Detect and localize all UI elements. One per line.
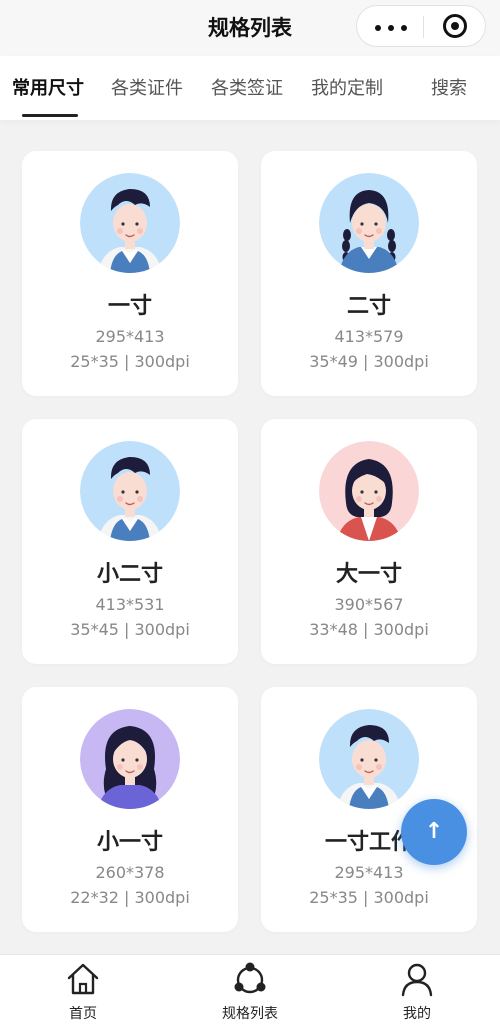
spec-size-dpi: 25*35 | 300dpi [70,352,190,371]
tab-my-custom[interactable]: 我的定制 [311,74,383,100]
tabbar-item-home[interactable]: 首页 [28,961,138,1022]
spec-list-icon [234,962,266,994]
avatar [80,173,180,273]
mini-program-capsule [356,5,486,47]
user-icon [401,963,433,997]
tabbar-item-mine[interactable]: 我的 [362,961,472,1022]
spec-name: 小二寸 [96,562,163,587]
active-tab-indicator [22,114,78,117]
tabbar-label-spec-list: 规格列表 [222,1006,278,1022]
spec-card[interactable]: 二寸 413*579 35*49 | 300dpi [261,151,477,396]
spec-pixels: 295*413 [95,327,165,346]
spec-card[interactable]: 小二寸 413*531 35*45 | 300dpi [22,419,238,664]
home-icon [67,963,99,995]
avatar [319,441,419,541]
spec-size-dpi: 25*35 | 300dpi [309,888,429,907]
more-menu-icon[interactable] [375,25,407,31]
avatar-illustration [80,709,180,809]
spec-name: 一寸 [107,294,152,319]
avatar [80,709,180,809]
category-tabs: 常用尺寸 各类证件 各类签证 我的定制 搜索 [0,56,500,120]
avatar-illustration [319,173,419,273]
spec-card[interactable]: 大一寸 390*567 33*48 | 300dpi [261,419,477,664]
tabbar-item-spec-list[interactable]: 规格列表 [195,961,305,1022]
spec-pixels: 413*579 [334,327,404,346]
spec-size-dpi: 35*45 | 300dpi [70,620,190,639]
avatar [319,709,419,809]
avatar-illustration [319,441,419,541]
capsule-divider [423,16,424,38]
spec-pixels: 260*378 [95,863,165,882]
spec-size-dpi: 22*32 | 300dpi [70,888,190,907]
spec-name: 大一寸 [335,562,402,587]
bottom-tab-bar: 首页 规格列表 我的 [0,954,500,1025]
back-to-top-button[interactable]: ↑ [401,799,467,865]
spec-card[interactable]: 一寸 295*413 25*35 | 300dpi [22,151,238,396]
close-target-icon[interactable] [443,14,467,38]
avatar-illustration [80,173,180,273]
avatar [80,441,180,541]
spec-pixels: 295*413 [334,863,404,882]
spec-name: 二寸 [346,294,391,319]
tab-visas[interactable]: 各类签证 [211,74,283,100]
tab-search[interactable]: 搜索 [431,74,467,100]
avatar [319,173,419,273]
tabbar-label-home: 首页 [69,1006,97,1022]
spec-pixels: 413*531 [95,595,165,614]
avatar-illustration [319,709,419,809]
tabbar-label-mine: 我的 [403,1006,431,1022]
avatar-illustration [80,441,180,541]
spec-card[interactable]: 小一寸 260*378 22*32 | 300dpi [22,687,238,932]
navigation-bar: 规格列表 [0,0,500,56]
spec-size-dpi: 33*48 | 300dpi [309,620,429,639]
arrow-up-icon: ↑ [424,819,444,844]
spec-pixels: 390*567 [334,595,404,614]
tab-documents[interactable]: 各类证件 [111,74,183,100]
spec-name: 小一寸 [96,830,163,855]
tab-common-sizes[interactable]: 常用尺寸 [12,74,84,100]
spec-size-dpi: 35*49 | 300dpi [309,352,429,371]
